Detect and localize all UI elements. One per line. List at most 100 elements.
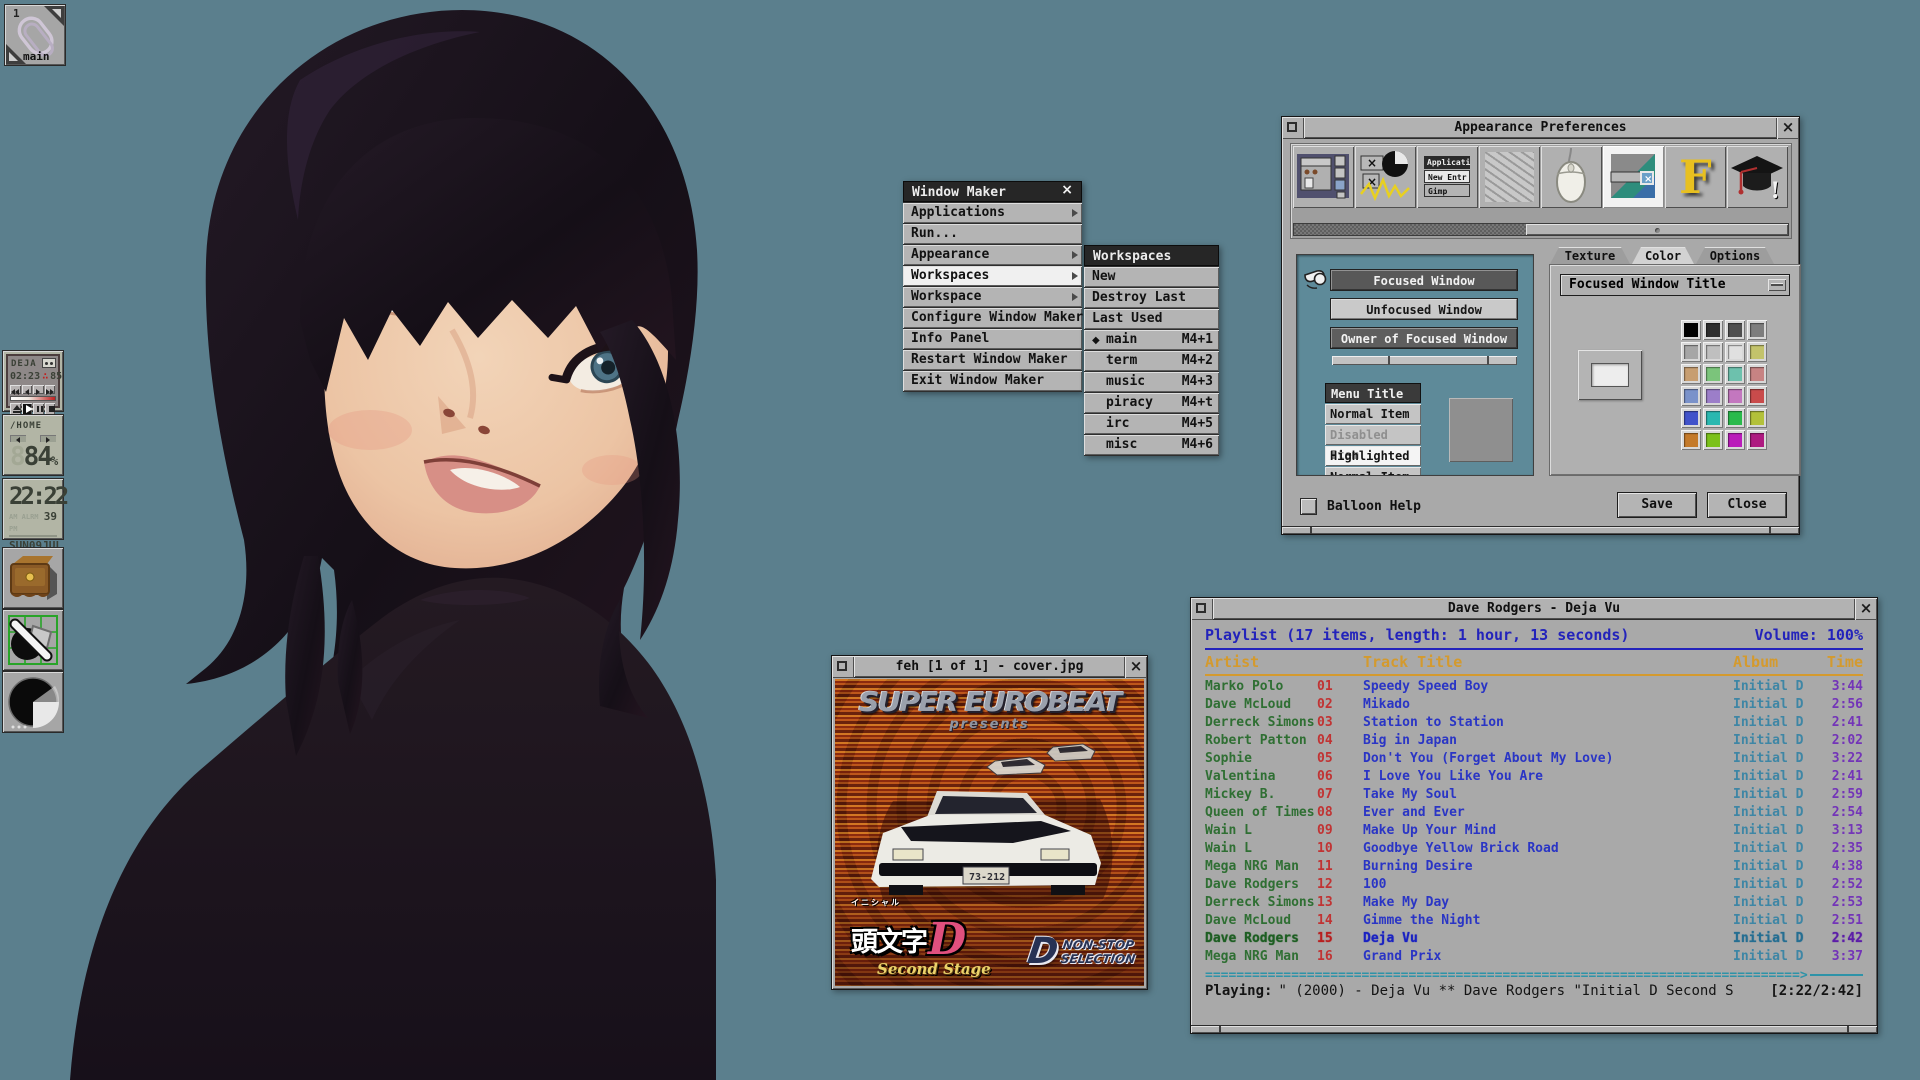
- dockapp-drawer[interactable]: [2, 547, 64, 609]
- playlist-row[interactable]: Mickey B.07Take My SoulInitial D2:59: [1205, 786, 1863, 804]
- preview-focused-window-button[interactable]: Focused Window: [1330, 269, 1518, 291]
- playlist-row[interactable]: Mega NRG Man11Burning DesireInitial D4:3…: [1205, 858, 1863, 876]
- menu-item-configure-window-maker[interactable]: Configure Window Maker: [903, 308, 1082, 328]
- dockapp-music-player[interactable]: DEJA VU 02:23 ∴ 85: [2, 350, 64, 412]
- menu-item-workspace-piracy[interactable]: piracyM4+t: [1084, 393, 1219, 413]
- preview-menu-title[interactable]: Menu Title: [1325, 383, 1421, 403]
- menu-item-restart-window-maker[interactable]: Restart Window Maker: [903, 350, 1082, 370]
- palette-color[interactable]: [1725, 408, 1745, 428]
- palette-color[interactable]: [1681, 408, 1701, 428]
- palette-color[interactable]: [1747, 320, 1767, 340]
- playlist-row[interactable]: Wain L10Goodbye Yellow Brick RoadInitial…: [1205, 840, 1863, 858]
- playlist-row[interactable]: Mega NRG Man16Grand PrixInitial D3:37: [1205, 948, 1863, 966]
- miniaturize-button[interactable]: [1282, 117, 1304, 139]
- palette-color[interactable]: [1681, 364, 1701, 384]
- mouse-prefs-icon[interactable]: [1541, 146, 1602, 208]
- root-menu-titlebar[interactable]: Window Maker ×: [903, 181, 1082, 202]
- miniaturize-button[interactable]: [1191, 598, 1213, 620]
- appearance-titlebar[interactable]: Appearance Preferences ×: [1282, 117, 1799, 139]
- preview-resizebar[interactable]: [1332, 356, 1517, 365]
- resizebar[interactable]: [1282, 526, 1799, 534]
- menu-item-last-used[interactable]: Last Used: [1084, 309, 1219, 329]
- menu-item-workspace[interactable]: Workspace: [903, 287, 1082, 307]
- next-track-button[interactable]: [45, 385, 56, 394]
- playlist-row[interactable]: Dave McLoud14Gimme the NightInitial D2:5…: [1205, 912, 1863, 930]
- menu-item-workspace-term[interactable]: termM4+2: [1084, 351, 1219, 371]
- close-button[interactable]: ×: [1125, 656, 1147, 678]
- menu-item-workspace-main[interactable]: ◆mainM4+1: [1084, 330, 1219, 350]
- resizebar[interactable]: [1191, 1025, 1877, 1033]
- palette-color[interactable]: [1747, 386, 1767, 406]
- preview-owner-window-button[interactable]: Owner of Focused Window: [1330, 327, 1518, 349]
- menu-item-run[interactable]: Run...: [903, 224, 1082, 244]
- menu-item-info-panel[interactable]: Info Panel: [903, 329, 1082, 349]
- playlist-row[interactable]: Derreck Simons03Station to StationInitia…: [1205, 714, 1863, 732]
- toolbar-scrollbar-thumb[interactable]: [1526, 224, 1788, 235]
- dockapp-config-tool[interactable]: [2, 609, 64, 671]
- playlist-row[interactable]: Dave Rodgers12100Initial D2:52: [1205, 876, 1863, 894]
- palette-color[interactable]: [1703, 386, 1723, 406]
- palette-color[interactable]: [1681, 342, 1701, 362]
- color-target-dropdown[interactable]: Focused Window Title: [1560, 274, 1790, 296]
- palette-color[interactable]: [1725, 342, 1745, 362]
- palette-color[interactable]: [1747, 342, 1767, 362]
- palette-color[interactable]: [1725, 364, 1745, 384]
- font-prefs-icon[interactable]: F: [1665, 146, 1726, 208]
- disk-prev-button[interactable]: [10, 435, 26, 442]
- menu-item-workspace-music[interactable]: musicM4+3: [1084, 372, 1219, 392]
- playlist-row[interactable]: Wain L09Make Up Your MindInitial D3:13: [1205, 822, 1863, 840]
- tab-options[interactable]: Options: [1696, 247, 1774, 264]
- disk-next-button[interactable]: [40, 435, 56, 442]
- workspace-clip[interactable]: 1 main: [4, 4, 66, 66]
- playlist-row[interactable]: Dave McLoud02MikadoInitial D2:56: [1205, 696, 1863, 714]
- playlist-row[interactable]: Derreck Simons13Make My DayInitial D2:53: [1205, 894, 1863, 912]
- rewind-button[interactable]: [22, 385, 33, 394]
- menu-item-destroy-last[interactable]: Destroy Last: [1084, 288, 1219, 308]
- miniaturize-button[interactable]: [832, 656, 854, 678]
- menu-item-workspace-misc[interactable]: miscM4+6: [1084, 435, 1219, 455]
- dockapp-disk-usage[interactable]: /HOME 884%: [2, 414, 64, 476]
- player-progress-bar[interactable]: [10, 396, 56, 401]
- save-button[interactable]: Save: [1617, 492, 1697, 518]
- root-menu-close-icon[interactable]: ×: [1057, 182, 1073, 201]
- palette-color[interactable]: [1703, 320, 1723, 340]
- palette-color[interactable]: [1725, 430, 1745, 450]
- palette-color[interactable]: [1747, 430, 1767, 450]
- palette-color[interactable]: [1747, 364, 1767, 384]
- palette-color[interactable]: [1703, 364, 1723, 384]
- appearance-prefs-icon[interactable]: ×: [1603, 146, 1664, 208]
- tab-texture[interactable]: Texture: [1550, 247, 1630, 264]
- palette-color[interactable]: [1703, 342, 1723, 362]
- feh-titlebar[interactable]: feh [1 of 1] - cover.jpg ×: [832, 656, 1147, 678]
- menu-item-workspaces[interactable]: Workspaces: [903, 266, 1082, 286]
- close-button[interactable]: ×: [1777, 117, 1799, 139]
- dockapp-clock[interactable]: 22:22 AM ALRM 39 PM SUN09JUL: [2, 478, 64, 540]
- palette-color[interactable]: [1681, 430, 1701, 450]
- palette-color[interactable]: [1703, 408, 1723, 428]
- palette-color[interactable]: [1725, 320, 1745, 340]
- preview-menu-normal-item[interactable]: Normal Item: [1325, 404, 1421, 424]
- current-color-well[interactable]: [1578, 350, 1642, 400]
- menu-prefs-icon[interactable]: Applicati New Entr Gimp: [1417, 146, 1478, 208]
- palette-color[interactable]: [1681, 386, 1701, 406]
- menu-item-applications[interactable]: Applications: [903, 203, 1082, 223]
- playlist-row[interactable]: Robert Patton04Big in JapanInitial D2:02: [1205, 732, 1863, 750]
- menu-item-workspace-irc[interactable]: ircM4+5: [1084, 414, 1219, 434]
- prev-track-button[interactable]: [10, 385, 21, 394]
- expert-prefs-icon[interactable]: !: [1727, 146, 1788, 208]
- window-focus-prefs-icon[interactable]: [1293, 146, 1354, 208]
- tab-color[interactable]: Color: [1632, 247, 1694, 264]
- palette-color[interactable]: [1725, 386, 1745, 406]
- preview-icon-tile[interactable]: [1449, 398, 1513, 462]
- palette-color[interactable]: [1747, 408, 1767, 428]
- playlist-row-current[interactable]: Dave Rodgers15Deja VuInitial D2:42: [1205, 930, 1863, 948]
- player-titlebar[interactable]: Dave Rodgers - Deja Vu ×: [1191, 598, 1877, 620]
- palette-color[interactable]: [1703, 430, 1723, 450]
- preview-menu-disabled-item[interactable]: Disabled Item: [1325, 425, 1421, 445]
- events-sounds-prefs-icon[interactable]: × ×: [1355, 146, 1416, 208]
- palette-color[interactable]: [1681, 320, 1701, 340]
- forward-button[interactable]: [33, 385, 44, 394]
- playlist-row[interactable]: Valentina06I Love You Like You AreInitia…: [1205, 768, 1863, 786]
- menu-item-exit-window-maker[interactable]: Exit Window Maker: [903, 371, 1082, 391]
- playlist-row[interactable]: Sophie05Don't You (Forget About My Love)…: [1205, 750, 1863, 768]
